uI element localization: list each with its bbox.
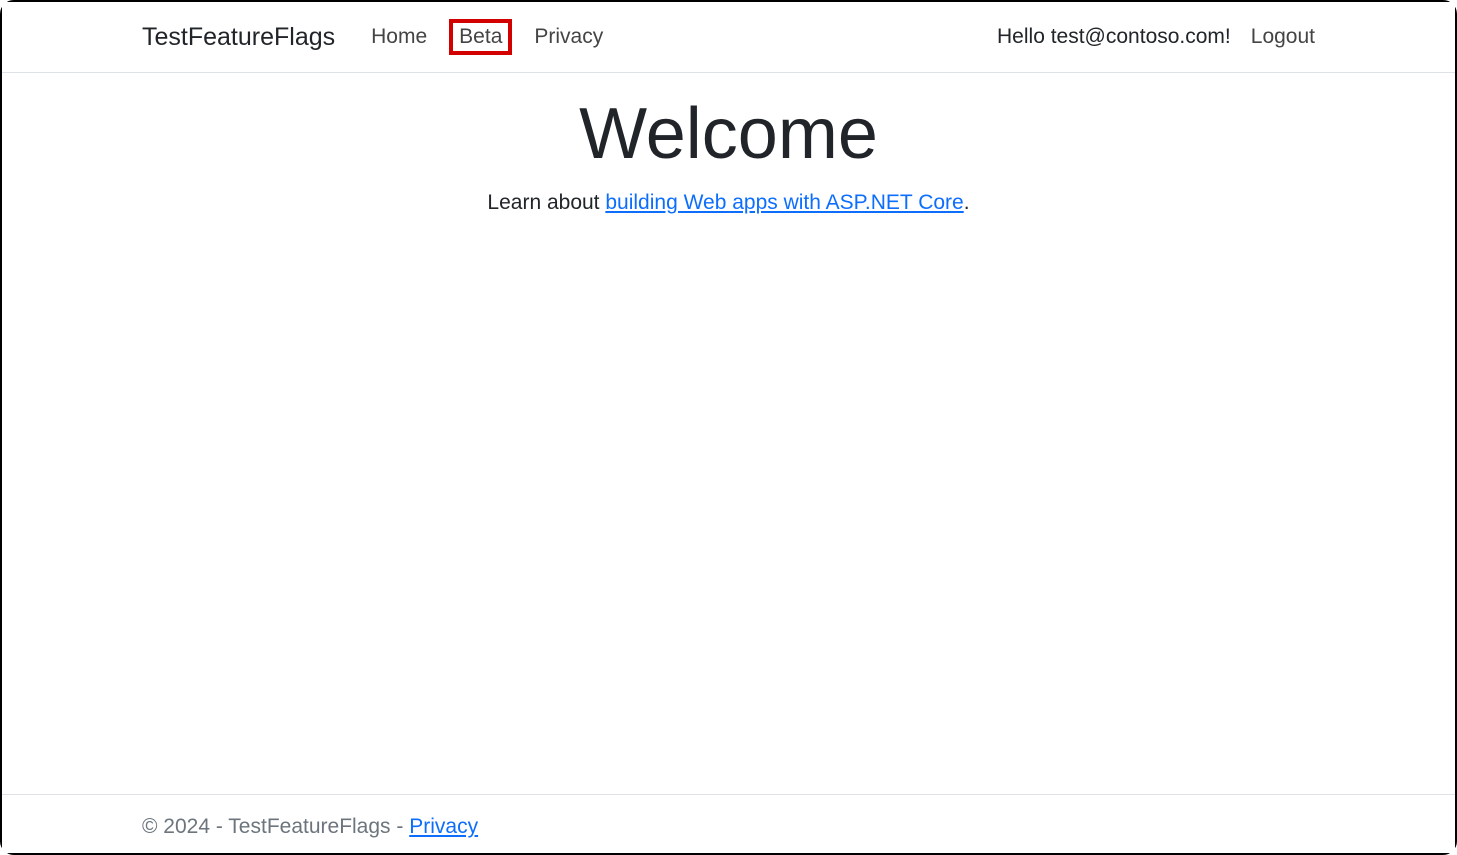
- lead-prefix: Learn about: [487, 191, 605, 214]
- main-content: Welcome Learn about building Web apps wi…: [2, 73, 1455, 794]
- page-title: Welcome: [579, 93, 878, 175]
- nav-beta[interactable]: Beta: [449, 19, 512, 55]
- lead-link[interactable]: building Web apps with ASP.NET Core: [605, 191, 963, 214]
- footer: © 2024 - TestFeatureFlags - Privacy: [2, 794, 1455, 853]
- footer-privacy-link[interactable]: Privacy: [409, 815, 478, 838]
- lead-text: Learn about building Web apps with ASP.N…: [487, 191, 969, 215]
- logout-link[interactable]: Logout: [1251, 25, 1315, 49]
- brand-link[interactable]: TestFeatureFlags: [142, 23, 335, 52]
- user-greeting: Hello test@contoso.com!: [997, 25, 1231, 49]
- navbar: TestFeatureFlags Home Beta Privacy Hello…: [2, 2, 1455, 73]
- nav-privacy[interactable]: Privacy: [526, 19, 611, 55]
- footer-copyright: © 2024 - TestFeatureFlags -: [142, 815, 409, 838]
- nav-left: TestFeatureFlags Home Beta Privacy: [142, 19, 611, 55]
- nav-home[interactable]: Home: [363, 19, 435, 55]
- lead-suffix: .: [964, 191, 970, 214]
- nav-right: Hello test@contoso.com! Logout: [997, 25, 1315, 49]
